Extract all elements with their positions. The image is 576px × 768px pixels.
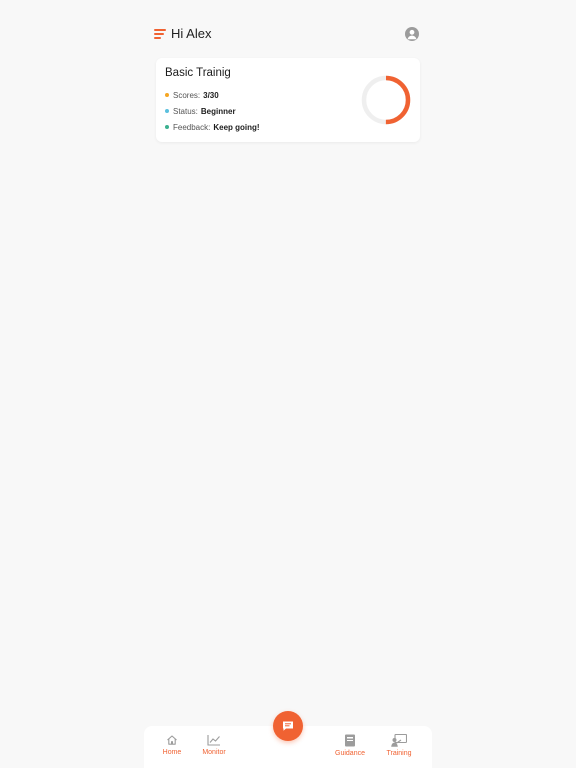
training-card[interactable]: Basic Trainig Scores: 3/30 Status: Begin…: [156, 58, 420, 142]
hamburger-menu-icon[interactable]: [154, 29, 166, 39]
score-dot: [165, 93, 169, 97]
status-stat: Status: Beginner: [165, 105, 236, 117]
score-stat: Scores: 3/30: [165, 89, 219, 101]
score-value: 3/30: [203, 90, 219, 100]
nav-training[interactable]: Training: [379, 734, 419, 764]
nav-home-label: Home: [162, 749, 182, 756]
nav-training-label: Training: [386, 750, 412, 757]
feedback-label: Feedback:: [173, 122, 211, 132]
presentation-icon: [391, 734, 407, 747]
chart-line-icon: [207, 735, 220, 746]
status-label: Status:: [173, 106, 198, 116]
chat-fab-button[interactable]: [273, 711, 303, 741]
book-icon: [345, 734, 355, 747]
nav-guidance-label: Guidance: [335, 750, 365, 757]
status-dot: [165, 109, 169, 113]
card-title: Basic Trainig: [165, 67, 231, 79]
feedback-dot: [165, 125, 169, 129]
feedback-value: Keep going!: [213, 122, 260, 132]
nav-guidance[interactable]: Guidance: [330, 734, 370, 764]
score-label: Scores:: [173, 90, 201, 100]
nav-monitor[interactable]: Monitor: [194, 734, 234, 764]
nav-home[interactable]: Home: [152, 734, 192, 764]
greeting-text: Hi Alex: [171, 26, 212, 41]
user-avatar-icon[interactable]: [405, 27, 419, 41]
nav-monitor-label: Monitor: [202, 749, 226, 756]
chat-icon: [283, 721, 293, 731]
status-value: Beginner: [200, 106, 236, 116]
progress-ring: [361, 75, 411, 125]
feedback-stat: Feedback: Keep going!: [165, 121, 260, 133]
home-icon: [167, 735, 177, 745]
